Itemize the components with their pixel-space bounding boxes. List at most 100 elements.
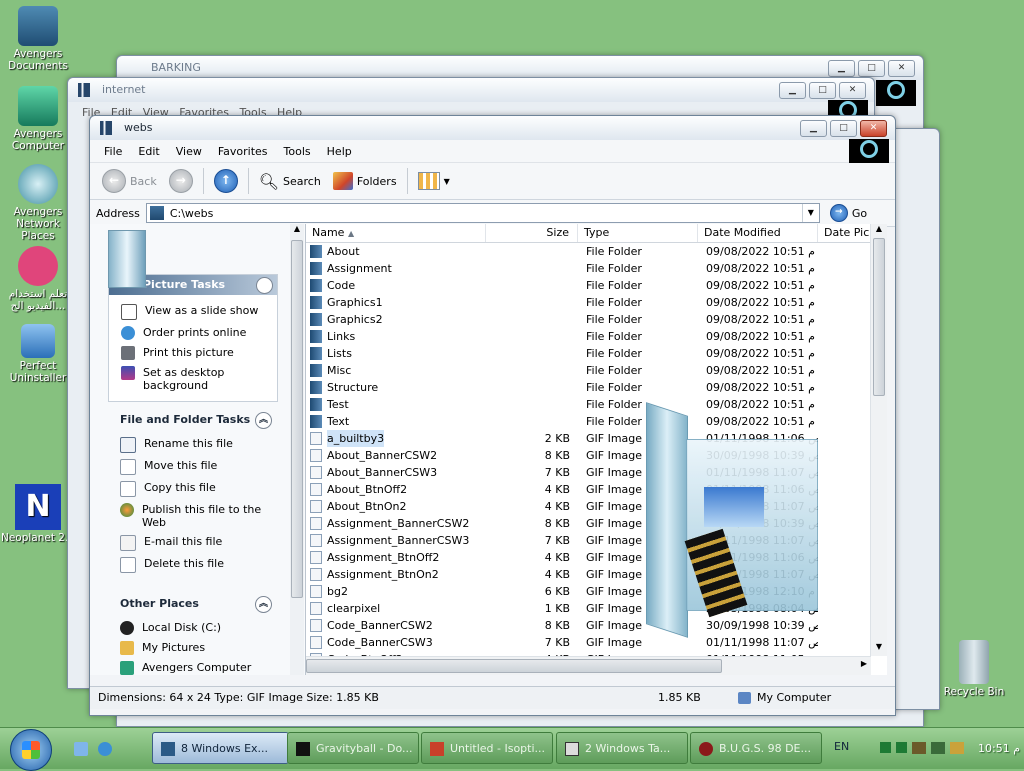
taskbar-item-windows-explorer[interactable]: 8 Windows Ex... (152, 732, 289, 764)
tray-app-icon[interactable] (896, 742, 907, 753)
task-rename[interactable]: Rename this file (108, 434, 276, 456)
place-local-disk[interactable]: Local Disk (C:) (108, 618, 276, 638)
menu-help[interactable]: Help (319, 145, 360, 158)
scroll-up-icon[interactable]: ▲ (871, 224, 887, 238)
desktop-icon-network-places[interactable]: Avengers Network Places (0, 164, 76, 242)
task-move[interactable]: Move this file (108, 456, 276, 478)
tray-tools-icon[interactable] (912, 742, 926, 754)
maximize-button[interactable]: □ (809, 82, 836, 99)
taskbar-item-windows-ta[interactable]: 2 Windows Ta... (556, 732, 688, 764)
up-button[interactable]: ↑ (208, 167, 244, 195)
taskbar-item-isopti[interactable]: Untitled - Isopti... (421, 732, 553, 764)
tray-security-icon[interactable] (950, 742, 964, 754)
file-list-hscrollbar[interactable]: ▶ (306, 656, 871, 675)
menu-view[interactable]: View (168, 145, 210, 158)
file-row[interactable]: Structure File Folder 09/08/2022 10:51 م (306, 379, 887, 396)
chevron-down-icon[interactable]: ▼ (801, 204, 819, 222)
language-indicator[interactable]: EN (834, 740, 849, 753)
column-date-modified[interactable]: Date Modified (698, 224, 818, 242)
column-size[interactable]: Size (486, 224, 578, 242)
search-button[interactable]: 🔍︎ Search (253, 167, 327, 195)
task-email[interactable]: E-mail this file (108, 532, 276, 554)
collapse-chevron-icon[interactable]: ︽ (255, 412, 272, 429)
desktop-icon-avengers-documents[interactable]: Avengers Documents (0, 6, 76, 72)
forward-button[interactable]: → (163, 167, 199, 195)
task-order-prints[interactable]: Order prints online (109, 323, 277, 343)
task-delete[interactable]: Delete this file (108, 554, 276, 576)
desktop-icon-perfect-uninstaller[interactable]: Perfect Uninstaller (0, 324, 76, 384)
menu-tools[interactable]: Tools (276, 145, 319, 158)
recycle-bin-icon (959, 640, 989, 684)
desktop-icon-avengers-computer[interactable]: Avengers Computer (0, 86, 76, 152)
task-print[interactable]: Print this picture (109, 343, 277, 363)
file-list-vscrollbar[interactable]: ▲ ▼ (870, 224, 887, 656)
task-copy[interactable]: Copy this file (108, 478, 276, 500)
file-size (486, 345, 578, 362)
window-background-right[interactable] (890, 128, 940, 710)
file-row[interactable]: Lists File Folder 09/08/2022 10:51 م (306, 345, 887, 362)
file-row[interactable]: Graphics2 File Folder 09/08/2022 10:51 م (306, 311, 887, 328)
maximize-button[interactable]: □ (858, 60, 885, 77)
file-row[interactable]: Misc File Folder 09/08/2022 10:51 م (306, 362, 887, 379)
explorer-window-webs[interactable]: webs ▁ □ ✕ File Edit View Favorites Tool… (89, 115, 896, 716)
scroll-thumb[interactable] (291, 240, 303, 598)
scroll-thumb[interactable] (306, 659, 722, 673)
file-row[interactable]: Links File Folder 09/08/2022 10:51 م (306, 328, 887, 345)
file-row[interactable]: Assignment File Folder 09/08/2022 10:51 م (306, 260, 887, 277)
scroll-down-icon[interactable]: ▼ (871, 642, 887, 656)
desktop-icon-neoplanet[interactable]: N Neoplanet 2... (0, 484, 76, 544)
window-title-bar[interactable]: webs ▁ □ ✕ (90, 116, 895, 140)
file-name-cell: About_BannerCSW3 (306, 464, 486, 481)
menu-edit[interactable]: Edit (130, 145, 167, 158)
close-button[interactable]: ✕ (888, 60, 915, 77)
scroll-up-icon[interactable]: ▲ (290, 224, 304, 238)
close-button[interactable]: ✕ (860, 120, 887, 137)
minimize-button[interactable]: ▁ (828, 60, 855, 77)
column-date-picture[interactable]: Date Pic (818, 224, 878, 242)
place-avengers-computer[interactable]: Avengers Computer (108, 658, 276, 675)
column-name[interactable]: Name ▲ (306, 224, 486, 242)
taskbar-item-bugs98[interactable]: B.U.G.S. 98 DE... (690, 732, 822, 764)
collapse-chevron-icon[interactable]: ︽ (256, 277, 273, 294)
start-button[interactable] (10, 729, 52, 771)
minimize-button[interactable]: ▁ (779, 82, 806, 99)
close-button[interactable]: ✕ (839, 82, 866, 99)
tray-network-icon[interactable] (931, 742, 945, 754)
file-row[interactable]: Code File Folder 09/08/2022 10:51 م (306, 277, 887, 294)
file-size (486, 243, 578, 260)
desktop-icon-recycle-bin[interactable]: Recycle Bin (936, 640, 1012, 698)
clock[interactable]: 10:51 م (978, 742, 1020, 755)
folders-button[interactable]: Folders (327, 167, 403, 195)
panel-header[interactable]: File and Folder Tasks ︽ (108, 410, 276, 430)
file-name-cell: Graphics1 (306, 294, 486, 311)
file-name-cell: Lists (306, 345, 486, 362)
go-button[interactable]: → Go (820, 199, 873, 227)
collapse-chevron-icon[interactable]: ︽ (255, 596, 272, 613)
back-button[interactable]: ← Back (96, 167, 163, 195)
task-pane-scrollbar[interactable]: ▲ (290, 224, 304, 675)
menu-favorites[interactable]: Favorites (210, 145, 276, 158)
panel-header[interactable]: Other Places ︽ (108, 594, 276, 614)
taskbar-item-gravityball[interactable]: Gravityball - Do... (287, 732, 419, 764)
menu-file[interactable]: File (96, 145, 130, 158)
column-type[interactable]: Type (578, 224, 698, 242)
quicklaunch-ie-icon[interactable] (98, 742, 112, 756)
task-slide-show[interactable]: View as a slide show (109, 301, 277, 323)
task-set-desktop[interactable]: Set as desktop background (109, 363, 277, 395)
minimize-button[interactable]: ▁ (800, 120, 827, 137)
scroll-right-icon[interactable]: ▶ (857, 659, 871, 668)
place-my-pictures[interactable]: My Pictures (108, 638, 276, 658)
address-input[interactable]: C:\webs ▼ (145, 203, 820, 223)
window-title-bar[interactable]: internet ▁ □ ✕ (68, 78, 874, 102)
scroll-thumb[interactable] (873, 238, 885, 396)
file-row[interactable]: Graphics1 File Folder 09/08/2022 10:51 م (306, 294, 887, 311)
desktop-icon-arabic-video[interactable]: تعلم استخدام الفيديو الح... (0, 246, 76, 312)
file-list[interactable]: Name ▲ Size Type Date Modified Date Pic … (306, 224, 887, 675)
task-publish[interactable]: Publish this file to the Web (108, 500, 276, 532)
file-row[interactable]: About File Folder 09/08/2022 10:51 م (306, 243, 887, 260)
file-name-cell: clearpixel (306, 600, 486, 617)
quicklaunch-uninstaller-icon[interactable] (74, 742, 88, 756)
tray-app-icon[interactable] (880, 742, 891, 753)
views-button[interactable]: ▼ (412, 167, 456, 195)
maximize-button[interactable]: □ (830, 120, 857, 137)
